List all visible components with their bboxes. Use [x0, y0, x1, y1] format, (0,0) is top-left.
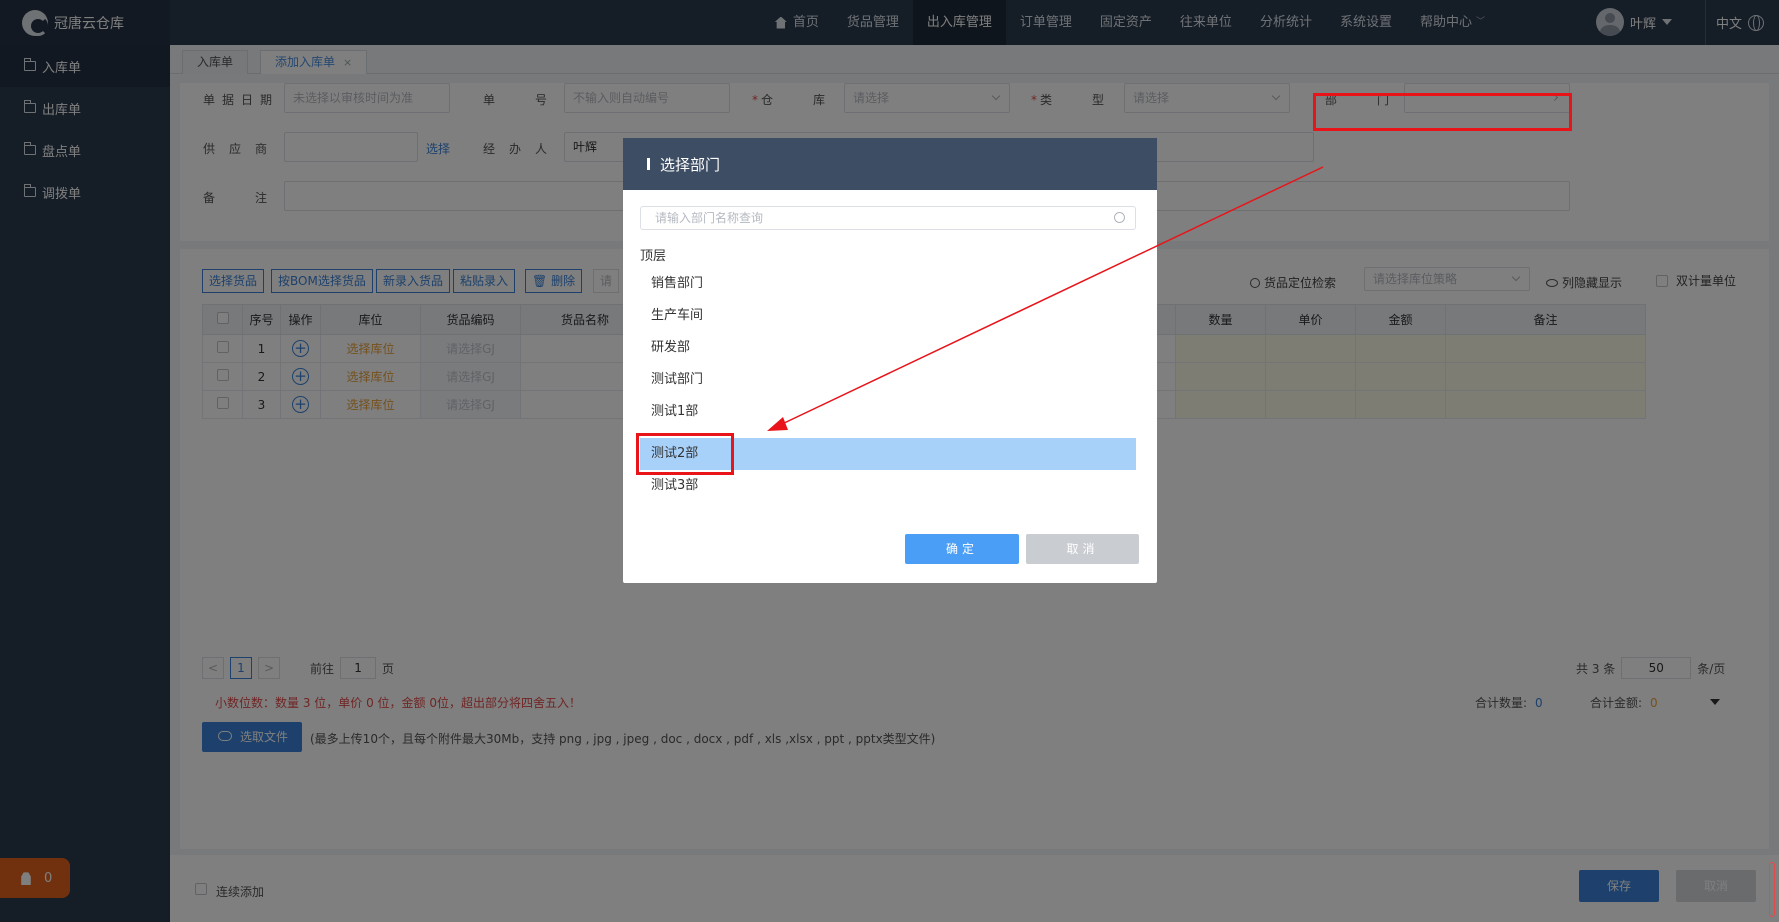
dialog-header: 选择部门 — [623, 138, 1157, 190]
tree-root-label[interactable]: 顶层 — [640, 245, 666, 264]
dialog-cancel-button[interactable]: 取消 — [1026, 534, 1139, 564]
dept-item-rnd[interactable]: 研发部 — [640, 332, 1136, 364]
search-icon[interactable] — [1114, 212, 1125, 223]
title-bar-icon — [647, 158, 650, 170]
dept-item-test1[interactable]: 测试1部 — [640, 396, 1136, 428]
scrollbar-thumb[interactable] — [1769, 862, 1775, 917]
department-search-input[interactable]: 请输入部门名称查询 — [640, 206, 1136, 230]
dept-item-production[interactable]: 生产车间 — [640, 300, 1136, 332]
dept-item-sales[interactable]: 销售部门 — [640, 268, 1136, 300]
dept-item-test[interactable]: 测试部门 — [640, 364, 1136, 396]
select-department-dialog: 选择部门 请输入部门名称查询 顶层 销售部门 生产车间 研发部 测试部门 测试1… — [623, 138, 1157, 583]
confirm-button[interactable]: 确定 — [905, 534, 1019, 564]
dialog-title: 选择部门 — [660, 155, 721, 174]
annotation-box-selected-item — [636, 433, 734, 475]
annotation-box-dept-field — [1313, 93, 1572, 131]
